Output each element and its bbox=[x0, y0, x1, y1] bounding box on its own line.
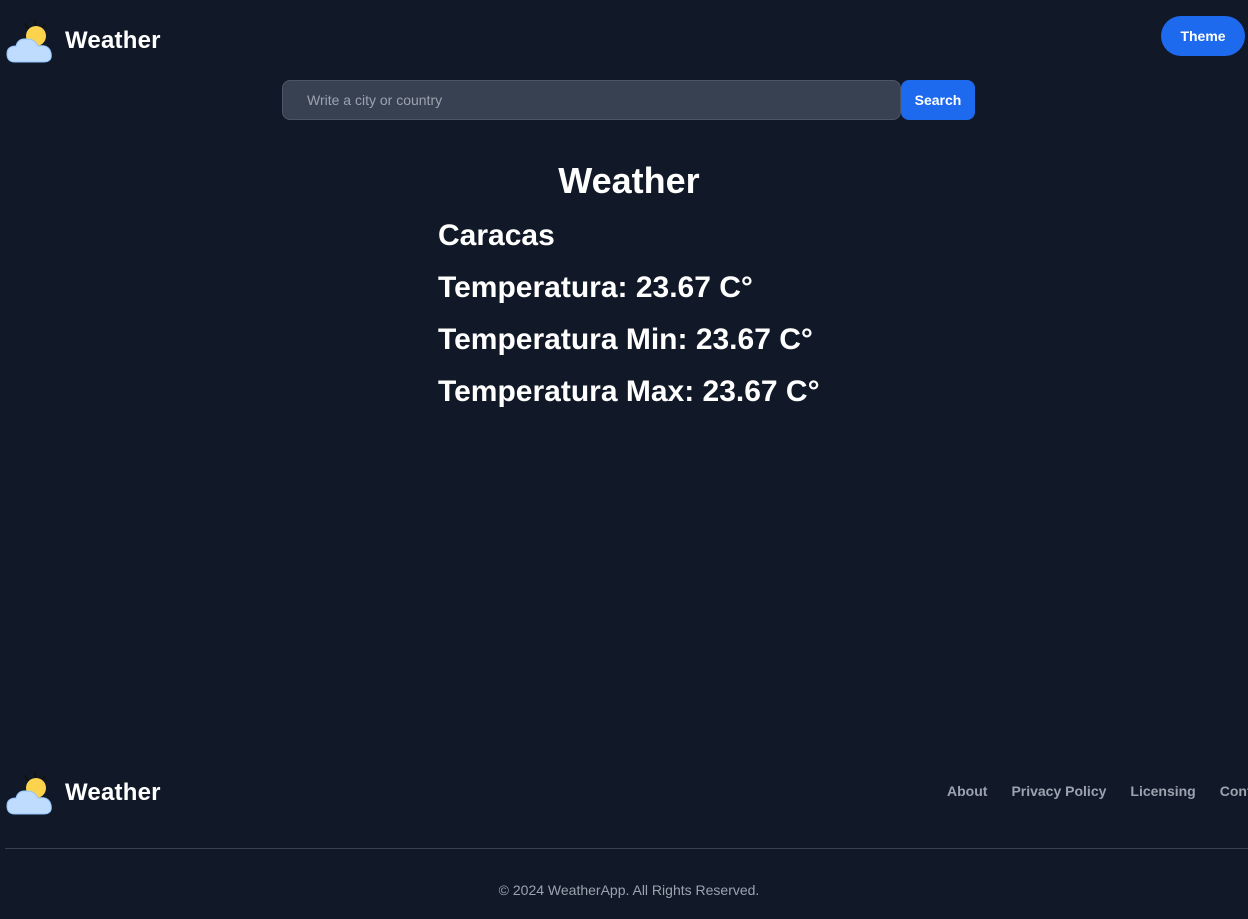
header-brand[interactable]: Weather bbox=[5, 18, 161, 64]
temperature-value: Temperatura: 23.67 C° bbox=[438, 271, 753, 304]
footer-brand-name: Weather bbox=[65, 779, 161, 806]
sun-cloud-icon bbox=[6, 772, 52, 815]
page-title: Weather bbox=[558, 160, 700, 201]
search-button[interactable]: Search bbox=[901, 80, 975, 120]
footer-divider bbox=[5, 848, 1248, 849]
footer-link-licensing[interactable]: Licensing bbox=[1130, 783, 1195, 799]
brand-name: Weather bbox=[65, 27, 161, 54]
city-name: Caracas bbox=[438, 219, 555, 252]
footer-brand[interactable]: Weather bbox=[5, 770, 161, 816]
footer-link-privacy-policy[interactable]: Privacy Policy bbox=[1011, 783, 1106, 799]
temperature-max-value: Temperatura Max: 23.67 C° bbox=[438, 375, 820, 408]
sun-cloud-icon bbox=[6, 20, 52, 63]
search-form: Search bbox=[282, 80, 975, 120]
weather-info: Caracas Temperatura: 23.67 C° Temperatur… bbox=[438, 216, 820, 424]
copyright-text: © 2024 WeatherApp. All Rights Reserved. bbox=[498, 882, 760, 898]
search-input[interactable] bbox=[282, 80, 901, 120]
theme-toggle-button[interactable]: Theme bbox=[1161, 16, 1245, 56]
footer-link-about[interactable]: About bbox=[947, 783, 987, 799]
footer-link-contact[interactable]: Contact bbox=[1220, 783, 1248, 799]
footer-links: About Privacy Policy Licensing Contact bbox=[947, 783, 1248, 799]
temperature-min-value: Temperatura Min: 23.67 C° bbox=[438, 323, 813, 356]
